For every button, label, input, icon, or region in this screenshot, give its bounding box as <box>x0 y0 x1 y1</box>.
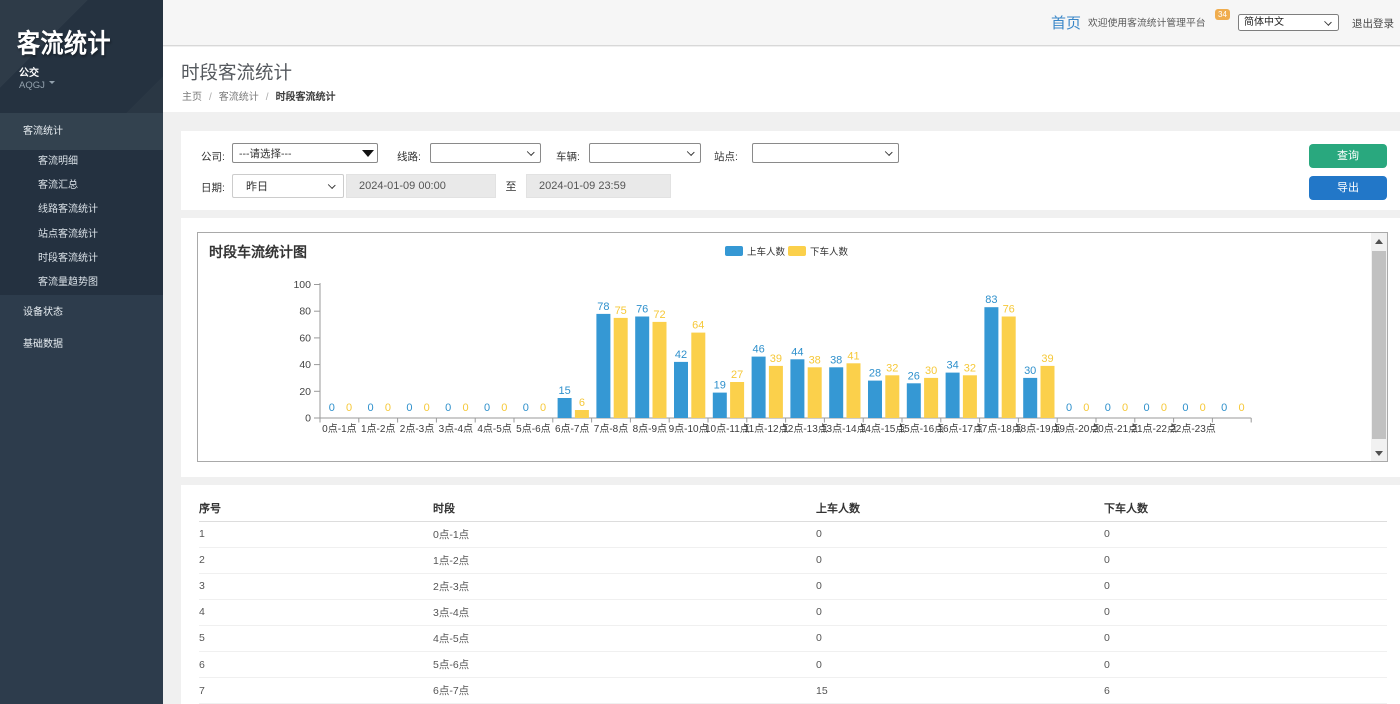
svg-text:0: 0 <box>1200 402 1206 414</box>
svg-text:3点-4点: 3点-4点 <box>439 423 473 435</box>
svg-text:0: 0 <box>1161 402 1167 414</box>
svg-text:38: 38 <box>809 354 821 366</box>
svg-text:38: 38 <box>830 354 842 366</box>
svg-text:30: 30 <box>1024 365 1036 377</box>
svg-text:22点-23点: 22点-23点 <box>1170 423 1216 435</box>
svg-text:0: 0 <box>1238 402 1244 414</box>
svg-text:64: 64 <box>692 320 704 332</box>
svg-text:72: 72 <box>653 309 665 321</box>
svg-text:27: 27 <box>731 369 743 381</box>
svg-text:44: 44 <box>791 346 803 358</box>
svg-text:15: 15 <box>558 385 570 397</box>
svg-text:100: 100 <box>293 279 311 291</box>
svg-text:0: 0 <box>501 402 507 414</box>
svg-text:26: 26 <box>908 370 920 382</box>
svg-text:30: 30 <box>925 365 937 377</box>
svg-text:40: 40 <box>299 359 311 371</box>
svg-text:5点-6点: 5点-6点 <box>516 423 550 435</box>
svg-text:41: 41 <box>847 350 859 362</box>
svg-text:0: 0 <box>523 402 529 414</box>
svg-text:34: 34 <box>946 360 958 372</box>
svg-text:0: 0 <box>540 402 546 414</box>
svg-text:0: 0 <box>1105 402 1111 414</box>
svg-text:42: 42 <box>675 349 687 361</box>
svg-text:0: 0 <box>385 402 391 414</box>
svg-text:0: 0 <box>424 402 430 414</box>
svg-text:46: 46 <box>752 344 764 356</box>
svg-text:76: 76 <box>1003 304 1015 316</box>
svg-text:8点-9点: 8点-9点 <box>633 423 667 435</box>
svg-text:0点-1点: 0点-1点 <box>322 423 356 435</box>
svg-text:0: 0 <box>305 413 311 425</box>
svg-text:0: 0 <box>1083 402 1089 414</box>
svg-text:80: 80 <box>299 306 311 318</box>
svg-text:0: 0 <box>1066 402 1072 414</box>
svg-text:4点-5点: 4点-5点 <box>477 423 511 435</box>
svg-text:0: 0 <box>368 402 374 414</box>
svg-text:32: 32 <box>964 362 976 374</box>
svg-text:60: 60 <box>299 332 311 344</box>
svg-text:9点-10点: 9点-10点 <box>669 423 709 435</box>
svg-text:39: 39 <box>770 353 782 365</box>
svg-text:32: 32 <box>886 362 898 374</box>
svg-text:0: 0 <box>406 402 412 414</box>
svg-text:75: 75 <box>615 305 627 317</box>
svg-text:20: 20 <box>299 386 311 398</box>
svg-text:0: 0 <box>1221 402 1227 414</box>
svg-text:1点-2点: 1点-2点 <box>361 423 395 435</box>
svg-text:0: 0 <box>484 402 490 414</box>
svg-text:19: 19 <box>714 380 726 392</box>
svg-text:0: 0 <box>1144 402 1150 414</box>
svg-text:28: 28 <box>869 368 881 380</box>
svg-text:76: 76 <box>636 304 648 316</box>
svg-text:0: 0 <box>445 402 451 414</box>
svg-text:39: 39 <box>1041 353 1053 365</box>
svg-text:0: 0 <box>329 402 335 414</box>
svg-text:0: 0 <box>346 402 352 414</box>
svg-text:2点-3点: 2点-3点 <box>400 423 434 435</box>
svg-text:0: 0 <box>1182 402 1188 414</box>
svg-text:0: 0 <box>1122 402 1128 414</box>
svg-text:78: 78 <box>597 301 609 313</box>
svg-text:6点-7点: 6点-7点 <box>555 423 589 435</box>
svg-text:0: 0 <box>462 402 468 414</box>
svg-text:6: 6 <box>579 397 585 409</box>
svg-text:7点-8点: 7点-8点 <box>594 423 628 435</box>
svg-text:83: 83 <box>985 294 997 306</box>
